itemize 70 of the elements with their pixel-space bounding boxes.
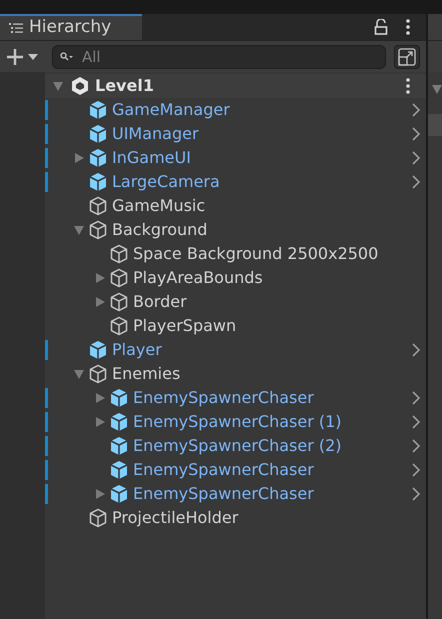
cube-icon bbox=[88, 220, 108, 240]
object-name[interactable]: EnemySpawnerChaser bbox=[133, 386, 314, 410]
chevron-right-icon[interactable] bbox=[412, 175, 420, 189]
object-name[interactable]: EnemySpawnerChaser (1) bbox=[133, 410, 342, 434]
chevron-right-icon[interactable] bbox=[412, 343, 420, 357]
expanded-arrow-icon[interactable] bbox=[73, 368, 85, 380]
cube-icon bbox=[88, 508, 108, 528]
cube-icon bbox=[88, 172, 108, 192]
plus-icon bbox=[6, 48, 24, 66]
cube-icon bbox=[88, 148, 108, 168]
expanded-arrow-icon[interactable] bbox=[432, 84, 442, 94]
chevron-right-icon[interactable] bbox=[412, 463, 420, 477]
chevron-right-icon[interactable] bbox=[412, 103, 420, 117]
object-name[interactable]: UIManager bbox=[112, 122, 199, 146]
search-icon bbox=[60, 52, 73, 62]
object-name[interactable]: Enemies bbox=[112, 362, 180, 386]
cube-icon bbox=[88, 196, 108, 216]
object-name[interactable]: PlayerSpawn bbox=[133, 314, 236, 338]
cube-icon bbox=[109, 244, 129, 264]
scene-visibility-button[interactable] bbox=[394, 44, 420, 68]
cube-icon bbox=[88, 364, 108, 384]
collapsed-arrow-icon[interactable] bbox=[94, 392, 106, 404]
object-name[interactable]: Background bbox=[112, 218, 208, 242]
chevron-right-icon[interactable] bbox=[412, 487, 420, 501]
object-name[interactable]: ProjectileHolder bbox=[112, 506, 238, 530]
chevron-right-icon[interactable] bbox=[412, 151, 420, 165]
object-name[interactable]: InGameUI bbox=[112, 146, 191, 170]
chevron-right-icon[interactable] bbox=[412, 415, 420, 429]
cube-icon bbox=[88, 340, 108, 360]
object-name[interactable]: PlayAreaBounds bbox=[133, 266, 263, 290]
cube-icon bbox=[109, 268, 129, 288]
cube-icon bbox=[109, 388, 129, 408]
chevron-right-icon[interactable] bbox=[412, 127, 420, 141]
collapsed-arrow-icon[interactable] bbox=[94, 272, 106, 284]
cube-icon bbox=[109, 484, 129, 504]
object-name[interactable]: Space Background 2500x2500 bbox=[133, 242, 378, 266]
cube-icon bbox=[88, 100, 108, 120]
cube-icon bbox=[109, 460, 129, 480]
object-name[interactable]: Player bbox=[112, 338, 162, 362]
collapsed-arrow-icon[interactable] bbox=[94, 488, 106, 500]
object-name[interactable]: LargeCamera bbox=[112, 170, 220, 194]
object-name[interactable]: EnemySpawnerChaser (2) bbox=[133, 434, 342, 458]
object-name[interactable]: Border bbox=[133, 290, 187, 314]
chevron-right-icon[interactable] bbox=[412, 391, 420, 405]
more-options-icon[interactable] bbox=[406, 19, 410, 35]
scene-name[interactable]: Level1 bbox=[95, 74, 154, 98]
list-icon bbox=[9, 22, 23, 34]
collapsed-arrow-icon[interactable] bbox=[94, 416, 106, 428]
chevron-right-icon[interactable] bbox=[412, 439, 420, 453]
object-name[interactable]: GameManager bbox=[112, 98, 230, 122]
object-name[interactable]: EnemySpawnerChaser bbox=[133, 458, 314, 482]
cube-icon bbox=[109, 292, 129, 312]
expanded-arrow-icon[interactable] bbox=[52, 80, 64, 92]
cube-icon bbox=[109, 316, 129, 336]
cube-icon bbox=[88, 124, 108, 144]
collapsed-arrow-icon[interactable] bbox=[73, 152, 85, 164]
caret-icon bbox=[28, 54, 38, 60]
hierarchy-tab[interactable]: Hierarchy bbox=[0, 14, 142, 40]
collapsed-arrow-icon[interactable] bbox=[94, 296, 106, 308]
window-icon bbox=[398, 48, 416, 66]
expanded-arrow-icon[interactable] bbox=[73, 224, 85, 236]
panel-row bbox=[428, 114, 442, 136]
add-button[interactable] bbox=[6, 48, 38, 66]
search-field[interactable]: All bbox=[52, 44, 386, 68]
cube-icon bbox=[109, 436, 129, 456]
object-name[interactable]: EnemySpawnerChaser bbox=[133, 482, 314, 506]
object-name[interactable]: GameMusic bbox=[112, 194, 206, 218]
lock-icon[interactable] bbox=[374, 19, 388, 35]
cube-icon bbox=[109, 412, 129, 432]
more-options-icon[interactable] bbox=[406, 78, 410, 94]
